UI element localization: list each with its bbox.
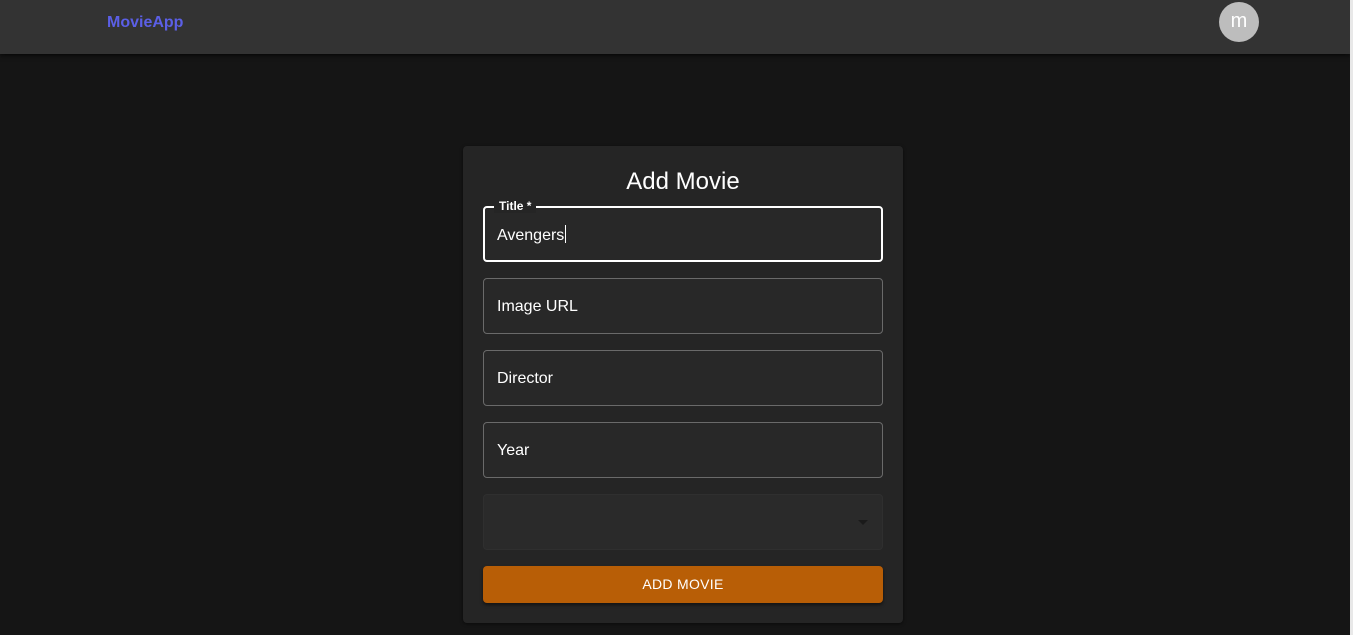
director-field[interactable]: Director bbox=[483, 350, 883, 406]
title-field-label: Title * bbox=[494, 199, 537, 213]
title-field[interactable]: Title * Avengers bbox=[483, 199, 883, 262]
year-placeholder: Year bbox=[497, 442, 530, 459]
form-title: Add Movie bbox=[626, 168, 740, 195]
user-avatar[interactable]: m bbox=[1219, 2, 1259, 42]
title-field-value-wrap: Avengers bbox=[497, 225, 567, 246]
image-url-placeholder: Image URL bbox=[497, 298, 578, 315]
text-cursor bbox=[565, 225, 567, 243]
add-movie-button[interactable]: ADD MOVIE bbox=[483, 566, 883, 603]
app-bar: MovieApp m bbox=[0, 0, 1350, 54]
year-field[interactable]: Year bbox=[483, 422, 883, 478]
director-placeholder: Director bbox=[497, 370, 554, 387]
title-field-value: Avengers bbox=[497, 227, 565, 244]
image-url-field[interactable]: Image URL bbox=[483, 278, 883, 334]
add-movie-form: Add Movie Title * Avengers Image URL Dir… bbox=[463, 146, 903, 623]
brand-logo[interactable]: MovieApp bbox=[107, 13, 183, 33]
arrow-drop-down-icon bbox=[858, 520, 868, 525]
genre-select[interactable] bbox=[483, 494, 883, 550]
